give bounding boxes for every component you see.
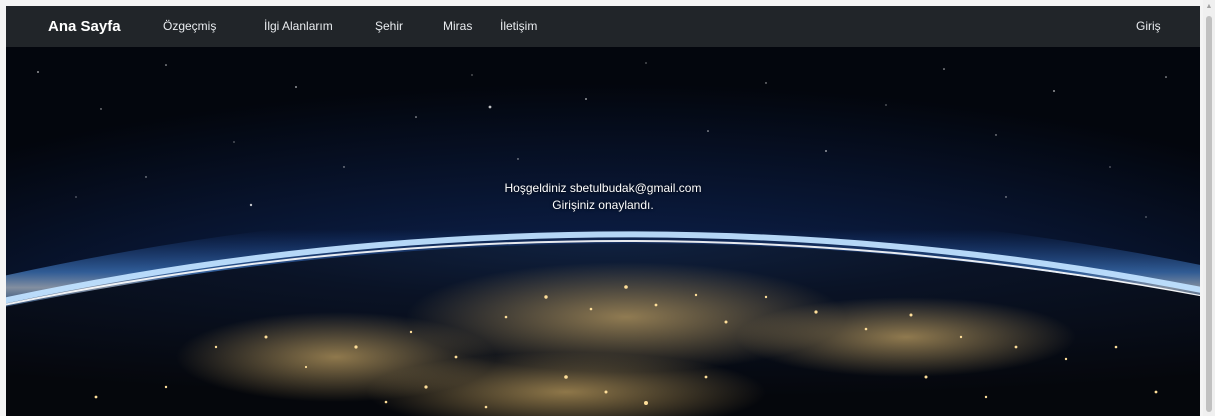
scrollbar-thumb[interactable] [1206, 16, 1212, 412]
login-link[interactable]: Giriş [1136, 6, 1161, 47]
page: Ana Sayfa Özgeçmiş İlgi Alanlarım Şehir … [6, 6, 1200, 416]
brand-home-link[interactable]: Ana Sayfa [48, 6, 121, 47]
nav-link-iletisim[interactable]: İletişim [500, 6, 537, 47]
nav-link-ilgi-alanlarim[interactable]: İlgi Alanlarım [264, 6, 333, 47]
welcome-message: Hoşgeldiniz sbetulbudak@gmail.com [504, 181, 702, 195]
nav-link-miras[interactable]: Miras [443, 6, 472, 47]
nav-link-sehir[interactable]: Şehir [375, 6, 403, 47]
hero-banner: Hoşgeldiniz sbetulbudak@gmail.com Girişi… [6, 47, 1200, 416]
browser-viewport: Ana Sayfa Özgeçmiş İlgi Alanlarım Şehir … [0, 0, 1215, 416]
nav-link-ozgecmis[interactable]: Özgeçmiş [163, 6, 216, 47]
login-confirmation-message: Girişiniz onaylandı. [552, 198, 654, 212]
earth-night-image [6, 47, 1200, 416]
navbar: Ana Sayfa Özgeçmiş İlgi Alanlarım Şehir … [6, 6, 1200, 47]
vertical-scrollbar[interactable]: ▲ [1203, 0, 1215, 416]
arrow-up-icon[interactable]: ▲ [1203, 2, 1215, 12]
